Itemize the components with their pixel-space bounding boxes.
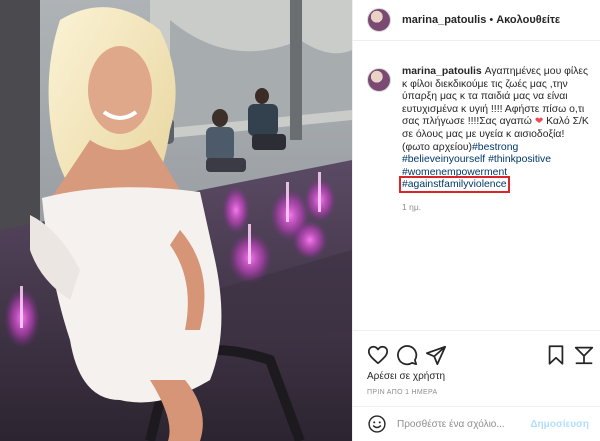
author-avatar[interactable] — [367, 8, 391, 32]
posted-time: ΠΡΙΝ ΑΠΟ 1 ΗΜΕΡΑ — [367, 389, 438, 396]
caption-comment: marina_patoulis Αγαπημένες μου φίλες κ φ… — [367, 66, 593, 214]
highlighted-hashtag-link[interactable]: #againstfamilyviolence — [399, 176, 510, 194]
heart-emoji-icon: ❤ — [534, 116, 544, 128]
caption-timestamp: 1 ημ. — [402, 201, 422, 212]
photo-illustration — [0, 0, 352, 441]
save-bookmark-icon[interactable] — [545, 344, 567, 366]
hashtag-link[interactable]: #womenempowerment — [402, 167, 507, 178]
like-heart-icon[interactable] — [367, 344, 389, 366]
post-comment-button[interactable]: Δημοσίευση — [530, 419, 589, 430]
following-button[interactable]: Ακολουθείτε — [496, 14, 560, 26]
instagram-post-view: marina_patoulis • Ακολουθείτε marina_pat… — [0, 0, 600, 441]
emoji-smiley-icon[interactable] — [367, 414, 387, 434]
more-options-icon[interactable] — [573, 344, 595, 366]
hashtag-link[interactable]: #bestrong — [472, 142, 518, 153]
caption-avatar[interactable] — [367, 68, 391, 92]
action-bar — [353, 330, 600, 374]
post-side-panel: marina_patoulis • Ακολουθείτε marina_pat… — [352, 0, 600, 441]
likes-summary[interactable]: Αρέσει σε χρήστη — [367, 371, 445, 382]
share-paper-plane-icon[interactable] — [425, 344, 447, 366]
comment-input[interactable] — [397, 418, 537, 430]
caption-username[interactable]: marina_patoulis — [402, 66, 482, 77]
hashtag-link[interactable]: #thinkpositive — [488, 154, 551, 165]
caption-body: marina_patoulis Αγαπημένες μου φίλες κ φ… — [399, 66, 592, 214]
author-username[interactable]: marina_patoulis — [402, 14, 486, 26]
comment-bubble-icon[interactable] — [396, 344, 418, 366]
hashtag-link[interactable]: #believeinyourself — [402, 154, 485, 165]
post-photo[interactable] — [0, 0, 352, 441]
header-separator: • — [489, 14, 494, 26]
post-header: marina_patoulis • Ακολουθείτε — [353, 0, 600, 41]
add-comment-bar: Δημοσίευση — [353, 406, 600, 441]
